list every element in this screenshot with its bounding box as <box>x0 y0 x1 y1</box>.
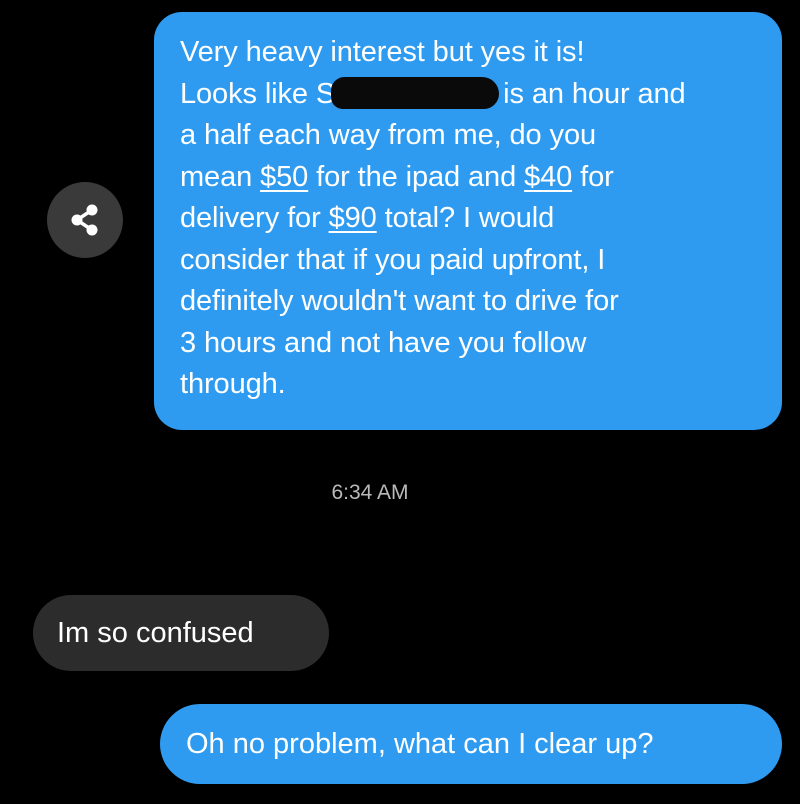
message-line: a half each way from me, do you <box>180 119 596 151</box>
message-line: Looks like S is an hour and <box>180 74 758 116</box>
conversation-view: Very heavy interest but yes it is! Looks… <box>0 0 800 804</box>
message-text: is an hour and <box>503 77 686 110</box>
message-bubble-incoming[interactable]: Im so confused <box>33 595 329 671</box>
message-text: Looks like S <box>180 77 336 110</box>
message-line: definitely wouldn't want to drive for <box>180 285 619 317</box>
message-text: delivery for <box>180 202 329 234</box>
message-text: total? I would <box>376 202 555 234</box>
message-bubble-outgoing[interactable]: Oh no problem, what can I clear up? <box>160 704 782 784</box>
redaction-scribble <box>331 76 500 109</box>
message-text: for <box>572 160 614 193</box>
message-line: 3 hours and not have you follow <box>180 326 587 359</box>
message-timestamp: 6:34 AM <box>331 481 409 504</box>
price-link-50[interactable]: $50 <box>260 161 308 193</box>
share-icon <box>71 204 98 236</box>
message-line: Very heavy interest but yes it is! <box>180 36 585 68</box>
share-button[interactable] <box>47 182 123 258</box>
price-link-40[interactable]: $40 <box>524 161 572 193</box>
message-text: mean <box>180 160 261 193</box>
message-line: mean $50 for the ipad and $40 for <box>180 157 758 199</box>
message-line: delivery for $90 total? I would <box>180 198 758 240</box>
message-line: consider that if you paid upfront, I <box>180 243 606 276</box>
price-link-90[interactable]: $90 <box>329 202 377 234</box>
message-bubble-outgoing[interactable]: Very heavy interest but yes it is! Looks… <box>154 12 782 430</box>
message-text: for the ipad and <box>308 160 525 193</box>
message-line: through. <box>180 368 286 400</box>
